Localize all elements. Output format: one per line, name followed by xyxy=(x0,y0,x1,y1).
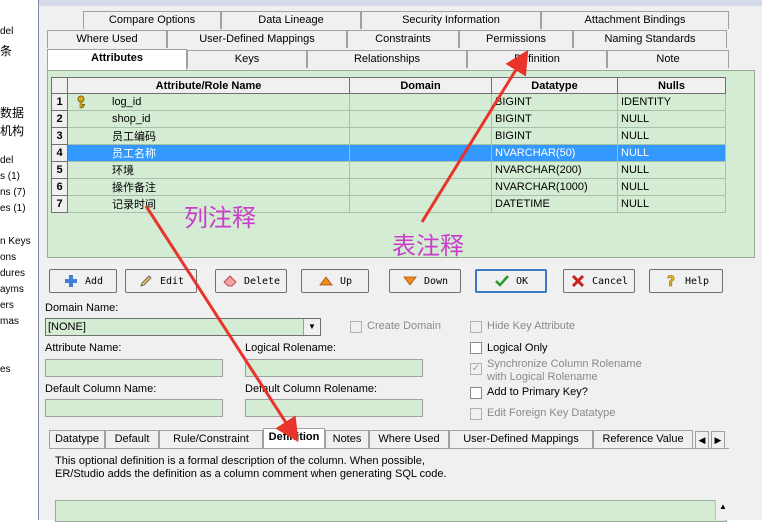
table-comment-annotation: 表注释 xyxy=(392,232,464,260)
table-comment-arrow xyxy=(420,49,529,223)
column-comment-arrow xyxy=(144,205,299,443)
annotation-arrows xyxy=(144,49,529,443)
column-comment-annotation: 列注释 xyxy=(184,204,256,232)
